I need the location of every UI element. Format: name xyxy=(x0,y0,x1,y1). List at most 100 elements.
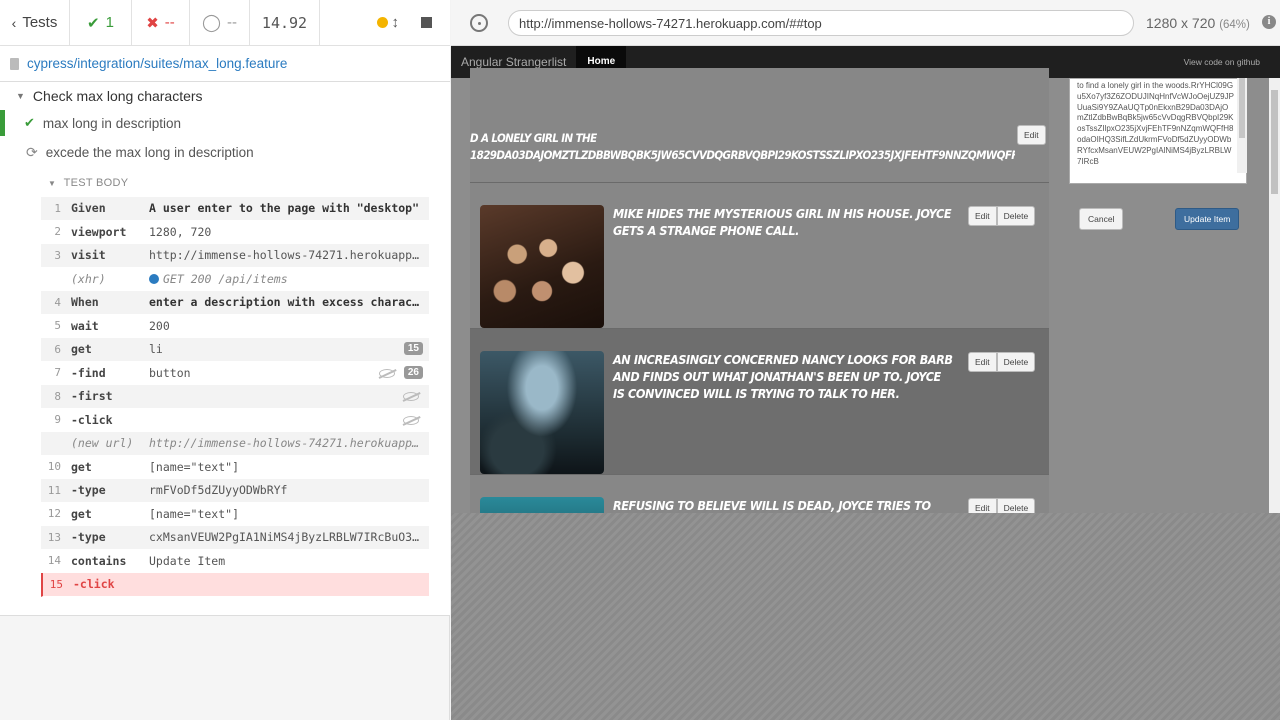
caret-down-icon: ▼ xyxy=(16,91,25,101)
command-row[interactable]: (new url) http://immense-hollows-74271.he… xyxy=(41,432,429,456)
command-number: 6 xyxy=(54,342,61,356)
check-icon: ✔ xyxy=(87,14,100,32)
command-message: 200 xyxy=(149,318,170,333)
item-list: D A LONELY GIRL IN THE 1829DA03DAJOMZTLZ… xyxy=(470,68,1049,513)
delete-button[interactable]: Delete xyxy=(996,206,1036,226)
command-row[interactable]: 11 -type rmFVoDf5dZUyyODWbRYf xyxy=(41,479,429,503)
command-row[interactable]: 10 get [name="text"] xyxy=(41,456,429,479)
test-passed[interactable]: ✔ max long in description xyxy=(24,115,181,131)
command-name: viewport xyxy=(71,224,127,239)
command-name: (new url) xyxy=(71,436,134,451)
tests-button[interactable]: ‹ Tests xyxy=(0,0,70,45)
command-name: wait xyxy=(71,318,99,333)
app-frame: Angular Strangerlist Home View code on g… xyxy=(451,46,1280,513)
command-message: li xyxy=(149,342,163,357)
caret-down-icon: ▼ xyxy=(48,179,57,188)
command-number: 14 xyxy=(47,554,61,568)
item-actions: Edit Delete xyxy=(968,352,1036,372)
chevron-left-icon: ‹ xyxy=(11,14,17,31)
xhr-message: GET 200 /api/items xyxy=(163,271,288,286)
item-title: D A LONELY GIRL IN THE 1829DA03DAJOMZTLZ… xyxy=(470,131,1015,162)
test-body-header[interactable]: ▼ TEST BODY xyxy=(48,177,128,189)
command-row[interactable]: 5 wait 200 xyxy=(41,315,429,338)
command-name: When xyxy=(71,295,99,310)
info-icon[interactable]: i xyxy=(1262,15,1276,29)
command-row[interactable]: 13 -type cxMsanVEUW2PgIA1NiMS4jByzLRBLW7IR… xyxy=(41,526,429,550)
command-number: 12 xyxy=(47,507,61,521)
command-number: 4 xyxy=(54,295,61,309)
failed-value: -- xyxy=(164,14,175,31)
edit-button[interactable]: Edit xyxy=(1017,125,1046,145)
spec-file-link[interactable]: cypress/integration/suites/max_long.feat… xyxy=(27,56,287,71)
pending-count: ◯ -- xyxy=(190,0,250,45)
item-title: REFUSING TO BELIEVE WILL IS DEAD, JOYCE … xyxy=(613,498,931,513)
url-display[interactable]: http://immense-hollows-74271.herokuapp.c… xyxy=(508,10,1134,36)
command-name: get xyxy=(71,342,92,357)
command-name: -type xyxy=(71,483,106,498)
command-row[interactable]: 7 -find button 26 xyxy=(41,362,429,385)
item-actions: Edit Delete xyxy=(968,206,1036,226)
command-number: 5 xyxy=(54,319,61,333)
selector-playground-icon[interactable] xyxy=(470,14,488,32)
command-number: 13 xyxy=(47,530,61,544)
passed-count: ✔ 1 xyxy=(70,0,132,45)
delete-button[interactable]: Delete xyxy=(996,352,1036,372)
item-image xyxy=(480,205,604,328)
command-row[interactable]: 8 -first xyxy=(41,385,429,409)
command-row[interactable]: (xhr) GET 200 /api/items xyxy=(41,268,429,291)
command-number: 2 xyxy=(54,225,61,239)
textarea-scrollbar[interactable] xyxy=(1237,78,1247,173)
delete-button[interactable]: Delete xyxy=(996,498,1036,513)
item-image xyxy=(480,351,604,474)
command-row[interactable]: 14 contains Update Item xyxy=(41,550,429,573)
app-brand[interactable]: Angular Strangerlist xyxy=(451,55,576,69)
command-row[interactable]: 6 get li 15 xyxy=(41,338,429,362)
element-count-badge: 26 xyxy=(403,365,423,379)
cancel-button[interactable]: Cancel xyxy=(1079,208,1124,230)
command-message: rmFVoDf5dZUyyODWbRYf xyxy=(149,483,288,498)
reporter-header: ‹ Tests ✔ 1 ✖ -- ◯ -- 14.92 ↕ xyxy=(0,0,450,46)
command-name: get xyxy=(71,459,92,474)
command-number: 10 xyxy=(47,460,61,474)
item-actions: Edit Delete xyxy=(968,498,1036,513)
command-row[interactable]: 12 get [name="text"] xyxy=(41,503,429,526)
command-row[interactable]: 2 viewport 1280, 720 xyxy=(41,221,429,244)
reporter-panel: ‹ Tests ✔ 1 ✖ -- ◯ -- 14.92 ↕ cypress/in… xyxy=(0,0,450,720)
command-message: [name="text"] xyxy=(149,459,240,474)
command-number: 7 xyxy=(54,366,61,380)
duration: 14.92 xyxy=(250,0,320,45)
viewport-size: 1280 x 720 xyxy=(1146,15,1216,31)
command-name: (xhr) xyxy=(71,271,106,286)
app-scrollbar[interactable] xyxy=(1269,78,1280,513)
viewport-scale: (64%) xyxy=(1219,19,1250,31)
command-row[interactable]: 3 visit http://immense-hollows-74271.herok… xyxy=(41,244,429,268)
passed-indicator xyxy=(0,110,5,136)
edit-button[interactable]: Edit xyxy=(968,206,997,226)
command-message: cxMsanVEUW2PgIA1NiMS4jByzLRBLW7IRcBuO3gF xyxy=(149,530,426,545)
edit-button[interactable]: Edit xyxy=(968,352,997,372)
test-running[interactable]: ⟳ excede the max long in description xyxy=(26,144,254,161)
list-item: MIKE HIDES THE MYSTERIOUS GIRL IN HIS HO… xyxy=(470,183,1049,329)
github-link[interactable]: View code on github xyxy=(1184,57,1260,67)
edit-button[interactable]: Edit xyxy=(968,498,997,513)
suite-title[interactable]: ▼ Check max long characters xyxy=(16,88,203,104)
command-row[interactable]: 4 When enter a description with excess cha… xyxy=(41,291,429,315)
running-indicator-icon: ↕ xyxy=(376,14,399,31)
description-textarea[interactable]: to find a lonely girl in the woods.RrYHC… xyxy=(1069,78,1247,184)
circle-icon: ◯ xyxy=(201,12,222,32)
command-name: -find xyxy=(71,365,106,380)
command-row[interactable]: 1 Given A user enter to the page with "des… xyxy=(41,197,429,221)
stop-icon[interactable] xyxy=(421,17,432,28)
spec-file-bar: cypress/integration/suites/max_long.feat… xyxy=(0,46,450,82)
command-name: -click xyxy=(73,577,115,592)
item-actions: Edit xyxy=(1017,125,1046,145)
command-row[interactable]: 9 -click xyxy=(41,409,429,432)
command-name: visit xyxy=(71,248,106,263)
update-item-button[interactable]: Update Item xyxy=(1175,208,1240,230)
refresh-icon: ⟳ xyxy=(26,144,38,160)
command-message: enter a description with excess characte… xyxy=(149,295,429,310)
command-row-failing[interactable]: 15 -click xyxy=(41,573,429,597)
command-message: GET 200 /api/items xyxy=(149,272,429,286)
tests-label: Tests xyxy=(22,14,58,31)
command-number: 15 xyxy=(49,577,63,591)
